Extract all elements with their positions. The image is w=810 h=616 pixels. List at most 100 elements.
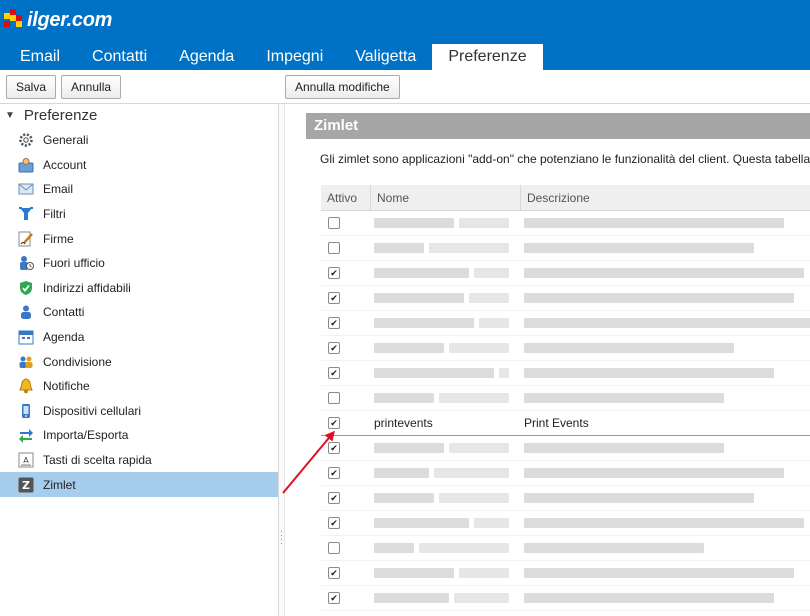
tab-impegni[interactable]: Impegni: [250, 44, 339, 70]
sidebar-item-tasti-di-scelta-rapida[interactable]: A Tasti di scelta rapida: [0, 448, 278, 473]
sidebar-item-zimlet[interactable]: Z Zimlet: [0, 472, 278, 497]
sidebar-item-agenda[interactable]: Agenda: [0, 325, 278, 350]
app-header: ilger.com Email Contatti Agenda Impegni Vali…: [0, 0, 810, 70]
zimlet-name-cell: printevents: [371, 411, 521, 436]
active-checkbox[interactable]: ✔: [328, 342, 340, 354]
redacted-description: [524, 342, 734, 353]
sidebar-item-fuori-ufficio[interactable]: Fuori ufficio: [0, 251, 278, 276]
active-checkbox[interactable]: ✔: [328, 567, 340, 579]
sidebar-item-contatti[interactable]: Contatti: [0, 300, 278, 325]
table-row[interactable]: [321, 536, 810, 561]
active-checkbox[interactable]: ✔: [328, 492, 340, 504]
active-checkbox[interactable]: ✔: [328, 367, 340, 379]
table-row[interactable]: ✔: [321, 361, 810, 386]
table-row[interactable]: ✔: [321, 336, 810, 361]
sidebar-item-importa-esporta[interactable]: Importa/Esporta: [0, 423, 278, 448]
sidebar-item-firme[interactable]: Firme: [0, 226, 278, 251]
active-checkbox[interactable]: ✔: [328, 292, 340, 304]
sharing-icon: [17, 353, 34, 370]
table-row[interactable]: ✔: [321, 436, 810, 461]
active-checkbox[interactable]: ✔: [328, 317, 340, 329]
redacted-name-extra: [439, 392, 509, 403]
active-cell: ✔: [321, 567, 371, 579]
table-row[interactable]: ✔: [321, 561, 810, 586]
redacted-description: [524, 367, 774, 378]
redacted-name-extra: [454, 592, 509, 603]
active-checkbox[interactable]: ✔: [328, 267, 340, 279]
table-header: Attivo Nome Descrizione: [321, 185, 810, 211]
sidebar-item-label: Filtri: [43, 207, 66, 222]
active-checkbox[interactable]: [328, 542, 340, 554]
zimlet-description-cell: [521, 386, 810, 411]
table-row[interactable]: ✔: [321, 261, 810, 286]
redacted-description: [524, 467, 784, 478]
zimlet-description-cell: [521, 286, 810, 311]
cancel-button[interactable]: Annulla: [61, 75, 122, 99]
redacted-name-extra: [499, 367, 509, 378]
active-checkbox[interactable]: [328, 392, 340, 404]
table-row[interactable]: [321, 211, 810, 236]
zimlet-description-cell: [521, 361, 810, 386]
sidebar-item-label: Indirizzi affidabili: [43, 280, 131, 295]
main-content: Zimlet Gli zimlet sono applicazioni "add…: [286, 104, 810, 616]
table-row[interactable]: ✔: [321, 461, 810, 486]
column-header-description[interactable]: Descrizione: [521, 185, 810, 210]
table-row[interactable]: ✔: [321, 586, 810, 611]
redacted-name-extra: [439, 492, 509, 503]
active-cell: ✔: [321, 367, 371, 379]
tab-preferenze[interactable]: Preferenze: [432, 44, 543, 70]
sidebar-item-label: Zimlet: [43, 477, 76, 492]
sidebar-item-label: Generali: [43, 133, 89, 148]
sidebar-item-dispositivi-cellulari[interactable]: Dispositivi cellulari: [0, 399, 278, 424]
tab-contatti[interactable]: Contatti: [76, 44, 163, 70]
active-cell: ✔: [321, 292, 371, 304]
save-button[interactable]: Salva: [6, 75, 57, 99]
calendar-icon: [17, 329, 34, 346]
table-row[interactable]: [321, 236, 810, 261]
active-checkbox[interactable]: [328, 242, 340, 254]
sidebar-item-generali[interactable]: Generali: [0, 128, 278, 153]
sidebar-title[interactable]: ▼ Preferenze: [5, 107, 97, 124]
active-checkbox[interactable]: ✔: [328, 417, 340, 429]
tab-valigetta[interactable]: Valigetta: [339, 44, 432, 70]
sidebar-item-email[interactable]: Email: [0, 177, 278, 202]
tab-email[interactable]: Email: [4, 44, 76, 70]
redacted-name: [374, 517, 469, 528]
column-header-name[interactable]: Nome: [371, 185, 521, 210]
collapse-triangle-icon[interactable]: ▼: [5, 110, 15, 121]
sidebar-item-indirizzi-affidabili[interactable]: Indirizzi affidabili: [0, 276, 278, 301]
sidebar-title-label: Preferenze: [23, 107, 98, 124]
active-checkbox[interactable]: ✔: [328, 517, 340, 529]
active-cell: [321, 242, 371, 254]
column-header-active[interactable]: Attivo: [321, 185, 371, 210]
table-row[interactable]: ✔: [321, 486, 810, 511]
active-checkbox[interactable]: ✔: [328, 442, 340, 454]
active-checkbox[interactable]: ✔: [328, 467, 340, 479]
tab-agenda[interactable]: Agenda: [163, 44, 250, 70]
zimlet-name-cell: [371, 511, 521, 536]
zimlet-name-cell: [371, 536, 521, 561]
sidebar-item-notifiche[interactable]: Notifiche: [0, 374, 278, 399]
zimlet-name-cell: [371, 386, 521, 411]
filter-icon: [17, 206, 34, 223]
active-checkbox[interactable]: [328, 217, 340, 229]
table-row[interactable]: ✔: [321, 311, 810, 336]
sidebar-splitter[interactable]: · · · ·: [278, 104, 285, 616]
table-row[interactable]: ✔: [321, 286, 810, 311]
table-row[interactable]: ✔ printevents Print Events: [321, 411, 810, 436]
zimlet-description-cell: [521, 461, 810, 486]
undo-changes-button[interactable]: Annulla modifiche: [285, 75, 400, 99]
sidebar-item-filtri[interactable]: Filtri: [0, 202, 278, 227]
sidebar-list: Generali Account Email Filtri Firme Fuori uff…: [0, 128, 278, 497]
table-row[interactable]: ✔: [321, 511, 810, 536]
table-row[interactable]: [321, 386, 810, 411]
active-checkbox[interactable]: ✔: [328, 592, 340, 604]
gear-icon: [17, 132, 34, 149]
redacted-description: [524, 292, 794, 303]
svg-text:Z: Z: [22, 479, 30, 492]
sidebar-item-account[interactable]: Account: [0, 153, 278, 178]
sidebar-item-condivisione[interactable]: Condivisione: [0, 349, 278, 374]
mobile-icon: [17, 402, 34, 419]
redacted-name-extra: [419, 542, 509, 553]
redacted-description: [524, 517, 804, 528]
